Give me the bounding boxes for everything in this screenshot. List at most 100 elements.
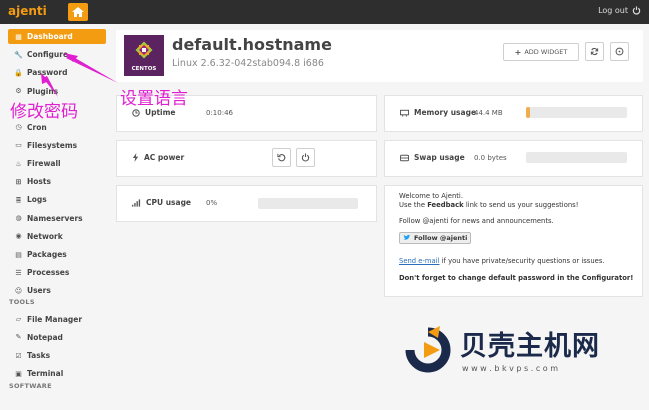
memory-widget: Memory usage 44.4 MB <box>384 95 643 132</box>
uptime-label-group: Uptime <box>132 108 176 117</box>
sidebar-item-label: Configure <box>27 50 69 60</box>
email-line: Send e-mail if you have private/security… <box>399 257 639 266</box>
add-widget-button[interactable]: + ADD WIDGET <box>503 43 579 61</box>
sidebar-item-firewall[interactable]: ♨ Firewall <box>8 156 106 171</box>
password-annotation: 修改密码 <box>10 102 78 122</box>
twitter-follow-button[interactable]: Follow @ajenti <box>399 231 472 244</box>
sidebar-item-packages[interactable]: ▤ Packages <box>8 247 106 262</box>
sidebar-item-dashboard[interactable]: ▦ Dashboard <box>8 29 106 44</box>
swap-label: Swap usage <box>414 153 465 162</box>
send-email-link[interactable]: Send e-mail <box>399 257 439 265</box>
sidebar-item-label: Tasks <box>27 351 51 360</box>
edit-icon: ✎ <box>15 333 22 342</box>
sidebar-item-file-manager[interactable]: ▱ File Manager <box>8 312 106 327</box>
cpu-label-group: CPU usage <box>132 198 191 207</box>
cpu-value: 0% <box>206 199 218 207</box>
sidebar-item-network[interactable]: ◉ Network <box>8 229 106 244</box>
sidebar-item-logs[interactable]: ≣ Logs <box>8 192 106 207</box>
swap-icon <box>400 154 409 161</box>
power-icon <box>632 6 641 15</box>
cogs-icon: ⚙ <box>15 87 22 96</box>
os-logo-text: CENTOS <box>131 66 157 72</box>
network-icon: ◉ <box>15 232 22 241</box>
watermark-brand: 贝壳主机网 <box>460 331 600 362</box>
sidebar-item-processes[interactable]: ☰ Processes <box>8 265 106 280</box>
sidebar-item-label: Terminal <box>27 369 64 379</box>
reboot-icon <box>277 153 286 162</box>
clock-icon <box>132 108 140 117</box>
sidebar-item-notepad[interactable]: ✎ Notepad <box>8 330 106 345</box>
sidebar-item-label: Dashboard <box>27 32 73 41</box>
hostname-title: default.hostname <box>172 35 332 54</box>
sidebar-item-label: Processes <box>27 268 70 278</box>
logs-icon: ≣ <box>15 195 22 204</box>
bolt-icon <box>132 153 139 162</box>
feedback-pre: Use the <box>399 201 428 209</box>
sitemap-icon: ⊞ <box>15 177 22 186</box>
terminal-icon: ▣ <box>15 369 22 378</box>
sidebar-item-nameservers[interactable]: ◍ Nameservers <box>8 211 106 226</box>
sidebar: ▦ Dashboard 🔧 Configure 🔒 Password ⚙ Plugins ◷ Cr… <box>0 24 110 410</box>
shutdown-button[interactable] <box>296 148 315 167</box>
memory-icon <box>400 109 409 117</box>
memory-value: 44.4 MB <box>474 109 503 117</box>
uptime-label: Uptime <box>145 108 176 117</box>
ac-power-label: AC power <box>144 153 185 162</box>
dashboard-icon: ▦ <box>15 32 22 41</box>
globe-icon: ◍ <box>15 214 22 223</box>
sidebar-item-label: Plugins <box>27 86 59 96</box>
memory-label-group: Memory usage <box>400 108 476 117</box>
host-header: CENTOS default.hostname Linux 2.6.32-042… <box>116 30 643 82</box>
brand-logo[interactable]: ajenti <box>8 4 47 18</box>
twitter-bird-icon <box>403 234 411 240</box>
fire-icon: ♨ <box>15 159 22 168</box>
sidebar-item-hosts[interactable]: ⊞ Hosts <box>8 174 106 189</box>
info-circle-icon <box>615 47 624 56</box>
sidebar-item-label: File Manager <box>27 314 83 324</box>
sidebar-item-terminal[interactable]: ▣ Terminal <box>8 366 106 381</box>
ac-power-widget: AC power <box>116 140 377 177</box>
sidebar-item-label: Firewall <box>27 159 61 168</box>
sidebar-item-users[interactable]: ☺ Users <box>8 283 106 298</box>
watermark-logo-icon <box>405 326 451 373</box>
logout-label: Log out <box>598 6 628 15</box>
tasks-icon: ☑ <box>15 351 22 360</box>
refresh-button[interactable] <box>585 42 604 61</box>
sidebar-item-label: Cron <box>27 122 47 132</box>
logout-link[interactable]: Log out <box>598 6 641 15</box>
follow-line: Follow @ajenti for news and announcement… <box>399 217 554 225</box>
sidebar-item-label: Packages <box>27 250 67 259</box>
refresh-icon <box>590 47 599 56</box>
language-annotation: 设置语言 <box>120 89 188 109</box>
add-widget-label: ADD WIDGET <box>524 48 568 56</box>
watermark: 贝壳主机网 w w w . b k v p s . c o m <box>400 322 610 382</box>
centos-logo-icon <box>135 41 153 59</box>
sidebar-item-configure[interactable]: 🔧 Configure <box>8 47 106 62</box>
swap-value: 0.0 bytes <box>474 154 507 162</box>
cpu-widget: CPU usage 0% <box>116 185 377 222</box>
kernel-version: Linux 2.6.32-042stab094.8 i686 <box>172 58 324 69</box>
reboot-button[interactable] <box>272 148 291 167</box>
twitter-follow-label: Follow @ajenti <box>414 233 468 242</box>
swap-bar <box>526 152 627 163</box>
sidebar-item-label: Nameservers <box>27 213 83 223</box>
feedback-post: link to send us your suggestions! <box>463 201 579 209</box>
sidebar-item-label: Password <box>27 68 68 78</box>
sidebar-item-tasks[interactable]: ☑ Tasks <box>8 348 106 363</box>
settings-button[interactable] <box>610 42 629 61</box>
home-button[interactable] <box>68 3 88 21</box>
packages-icon: ▤ <box>15 250 22 259</box>
feedback-link[interactable]: Feedback <box>427 201 463 209</box>
ac-power-label-group: AC power <box>132 153 184 162</box>
hdd-icon: ▭ <box>15 141 22 150</box>
memory-bar <box>526 107 627 118</box>
sidebar-item-filesystems[interactable]: ▭ Filesystems <box>8 138 106 153</box>
plus-icon: + <box>514 47 522 57</box>
password-warning: Don't forget to change default password … <box>399 274 634 282</box>
sidebar-item-label: Logs <box>27 195 47 205</box>
uptime-value: 0:10:46 <box>206 109 233 117</box>
sidebar-item-label: Network <box>27 231 63 241</box>
sidebar-item-label: Users <box>27 286 51 296</box>
top-bar: ajenti Log out <box>0 0 649 24</box>
sidebar-item-password[interactable]: 🔒 Password <box>8 65 106 80</box>
